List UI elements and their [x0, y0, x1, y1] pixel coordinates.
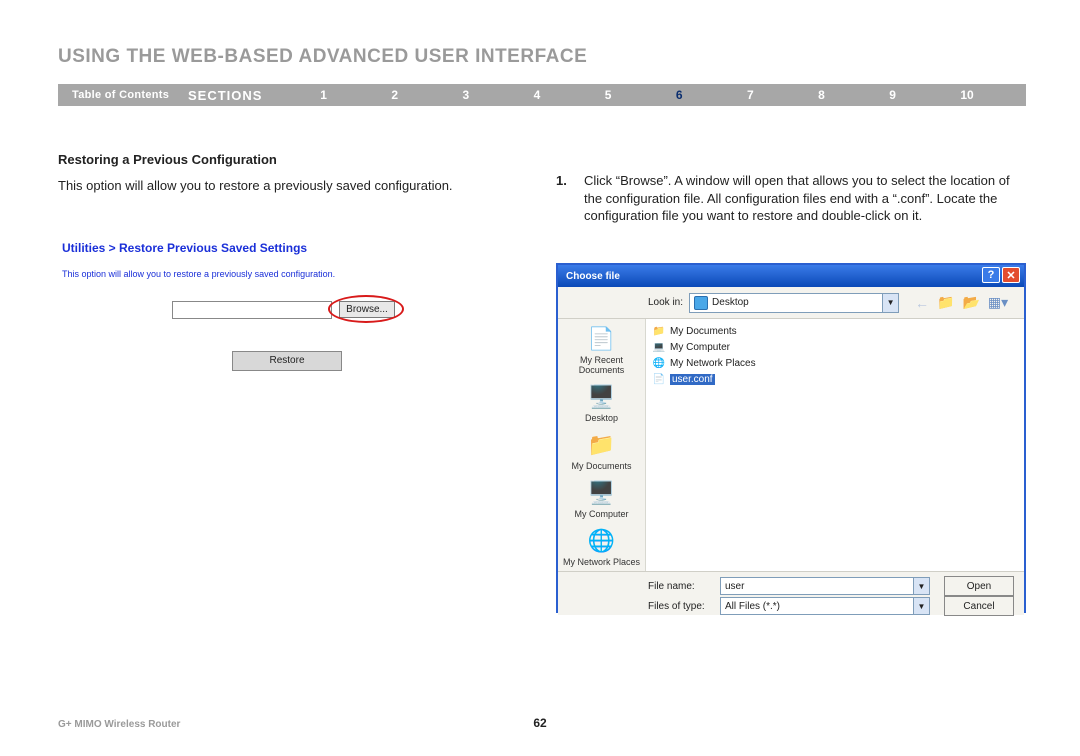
- place-my-network-places[interactable]: 🌐 My Network Places: [562, 525, 642, 571]
- back-icon[interactable]: ←: [915, 295, 929, 311]
- file-name: My Computer: [670, 342, 730, 353]
- place-label: My Computer: [562, 509, 642, 519]
- place-my-computer[interactable]: 🖥️ My Computer: [562, 477, 642, 523]
- file-item[interactable]: 📁 My Documents: [652, 323, 1018, 339]
- file-item[interactable]: 📄 user.conf: [652, 371, 1018, 387]
- lookin-label: Look in:: [648, 297, 683, 308]
- chevron-down-icon[interactable]: ▼: [913, 598, 929, 614]
- section-link-6[interactable]: 6: [676, 88, 683, 102]
- section-link-3[interactable]: 3: [462, 88, 469, 102]
- file-item[interactable]: 🌐 My Network Places: [652, 355, 1018, 371]
- router-ui-screenshot: Utilities > Restore Previous Saved Setti…: [62, 241, 528, 371]
- subheading: Restoring a Previous Configuration: [58, 152, 528, 167]
- place-icon: 📁: [586, 431, 618, 459]
- places-bar: 📄My Recent Documents 🖥️ Desktop 📁 My Documen…: [558, 319, 646, 571]
- cancel-button[interactable]: Cancel: [944, 596, 1014, 616]
- file-name: My Network Places: [670, 358, 756, 369]
- place-icon: 🖥️: [586, 383, 618, 411]
- section-link-2[interactable]: 2: [391, 88, 398, 102]
- step-number: 1.: [556, 172, 570, 225]
- place-icon: 🌐: [586, 527, 618, 555]
- section-link-1[interactable]: 1: [320, 88, 327, 102]
- file-icon: 💻: [652, 342, 666, 353]
- section-link-7[interactable]: 7: [747, 88, 754, 102]
- section-link-5[interactable]: 5: [605, 88, 612, 102]
- step-1: 1. Click “Browse”. A window will open th…: [556, 172, 1026, 225]
- place-label: Desktop: [562, 413, 642, 423]
- dialog-help-button[interactable]: ?: [982, 267, 1000, 283]
- filetype-label: Files of type:: [648, 601, 712, 612]
- file-icon: 🌐: [652, 358, 666, 369]
- filename-label: File name:: [648, 581, 712, 592]
- place-label: My Documents: [562, 461, 642, 471]
- file-name: user.conf: [670, 374, 715, 385]
- chevron-down-icon[interactable]: ▼: [882, 294, 898, 312]
- step-text: Click “Browse”. A window will open that …: [584, 172, 1026, 225]
- file-list[interactable]: 📁 My Documents 💻 My Computer 🌐 My Network Pla…: [646, 319, 1024, 571]
- filename-input[interactable]: user ▼: [720, 577, 930, 595]
- router-desc: This option will allow you to restore a …: [62, 269, 528, 279]
- desktop-icon: [694, 296, 708, 310]
- file-icon: 📁: [652, 326, 666, 337]
- section-link-4[interactable]: 4: [534, 88, 541, 102]
- file-item[interactable]: 💻 My Computer: [652, 339, 1018, 355]
- footer-page-number: 62: [533, 716, 546, 730]
- router-breadcrumb: Utilities > Restore Previous Saved Setti…: [62, 241, 528, 255]
- filetype-combo[interactable]: All Files (*.*) ▼: [720, 597, 930, 615]
- config-file-input[interactable]: [172, 301, 332, 319]
- footer-product: G+ MIMO Wireless Router: [58, 719, 180, 730]
- dialog-titlebar: Choose file ? ✕: [558, 265, 1024, 287]
- page-title: USING THE WEB-BASED ADVANCED USER INTERF…: [58, 46, 587, 68]
- place-label: My Network Places: [562, 557, 642, 567]
- views-icon[interactable]: ▦▾: [988, 294, 1008, 311]
- place-my-recent-documents[interactable]: 📄My Recent Documents: [562, 323, 642, 379]
- lookin-combo[interactable]: Desktop ▼: [689, 293, 899, 313]
- sections-label: SECTIONS: [188, 88, 288, 103]
- place-my-documents[interactable]: 📁 My Documents: [562, 429, 642, 475]
- dialog-title-text: Choose file: [566, 271, 620, 282]
- file-icon: 📄: [652, 374, 666, 385]
- toc-link[interactable]: Table of Contents: [58, 89, 188, 101]
- new-folder-icon[interactable]: 📂: [962, 294, 979, 311]
- up-folder-icon[interactable]: 📁: [937, 294, 954, 311]
- chevron-down-icon[interactable]: ▼: [913, 578, 929, 594]
- intro-text: This option will allow you to restore a …: [58, 177, 528, 195]
- section-link-8[interactable]: 8: [818, 88, 825, 102]
- lookin-value: Desktop: [712, 297, 749, 308]
- browse-highlight-circle: [328, 295, 404, 323]
- place-icon: 🖥️: [586, 479, 618, 507]
- file-open-dialog: Choose file ? ✕ Look in: Desktop ▼ ← 📁 📂…: [556, 263, 1026, 613]
- restore-button[interactable]: Restore: [232, 351, 342, 371]
- section-link-10[interactable]: 10: [960, 88, 973, 102]
- place-label: My Recent Documents: [562, 355, 642, 375]
- place-icon: 📄: [586, 325, 618, 353]
- section-nav-bar: Table of Contents SECTIONS 1 2 3 4 5 6 7 8 9 10: [58, 84, 1026, 106]
- file-name: My Documents: [670, 326, 737, 337]
- open-button[interactable]: Open: [944, 576, 1014, 596]
- place-desktop[interactable]: 🖥️ Desktop: [562, 381, 642, 427]
- dialog-close-button[interactable]: ✕: [1002, 267, 1020, 283]
- section-link-9[interactable]: 9: [889, 88, 896, 102]
